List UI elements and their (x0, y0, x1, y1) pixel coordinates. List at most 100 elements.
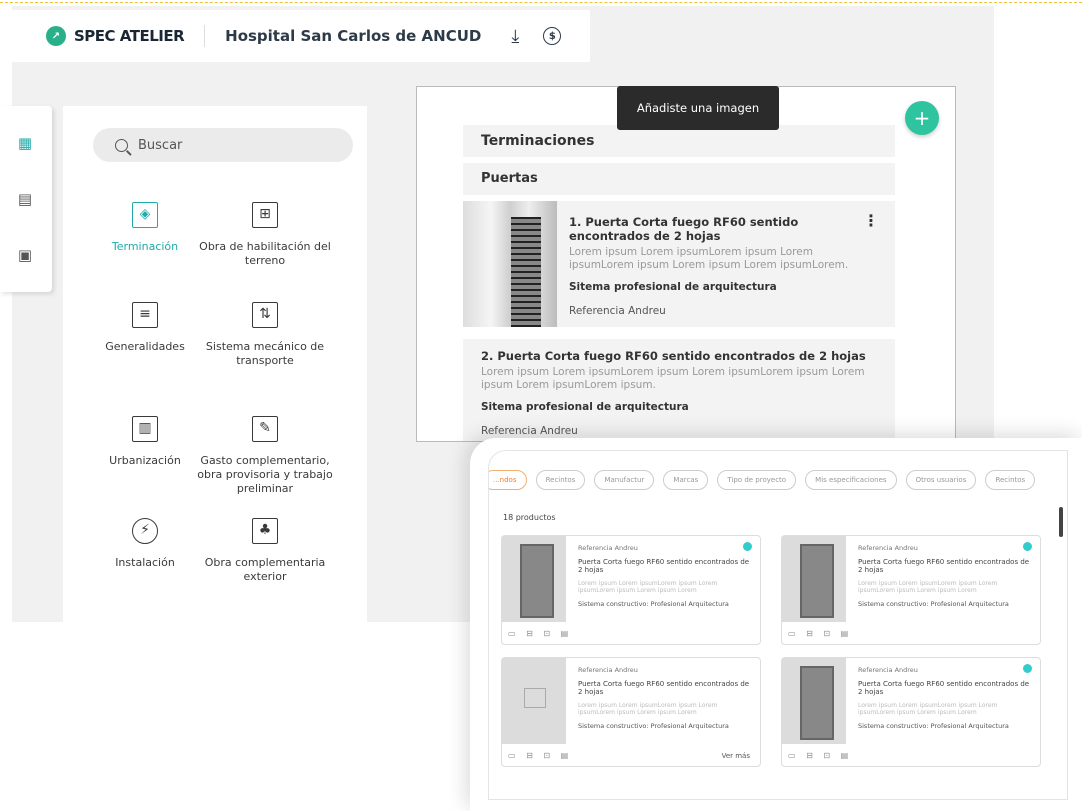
product-card[interactable]: Referencia Andreu Puerta Corta fuego RF6… (781, 535, 1041, 645)
product-browser-inner: ...ndos Recintos Manufactur Marcas Tipo … (488, 450, 1068, 800)
item-title: 1. Puerta Corta fuego RF60 sentido encon… (569, 215, 799, 243)
product-system: Sistema constructivo: Profesional Arquit… (578, 600, 729, 608)
plug-icon: ⚡ (132, 518, 158, 544)
category-panel: Buscar ◈ Terminación ⊞ Obra de habilitac… (63, 106, 367, 622)
filter-chip[interactable]: Recintos (985, 470, 1036, 490)
product-desc: Lorem ipsum Lorem ipsumLorem ipsum Lorem… (858, 702, 998, 716)
search-placeholder: Buscar (138, 137, 183, 153)
product-title: Puerta Corta fuego RF60 sentido encontra… (578, 680, 750, 696)
item-reference: Referencia Andreu (569, 305, 666, 317)
check-icon[interactable] (1023, 664, 1032, 673)
category-generalidades[interactable]: ≡ Generalidades (75, 302, 215, 354)
card-actions[interactable]: ▭ ⊟ ⊡ ▤ (788, 629, 852, 638)
scrollbar[interactable] (1059, 507, 1063, 537)
see-more-link[interactable]: Ver más (722, 752, 750, 760)
product-ref: Referencia Andreu (858, 666, 918, 674)
product-card[interactable]: Referencia Andreu Puerta Corta fuego RF6… (501, 535, 761, 645)
product-image (782, 658, 846, 744)
card-actions[interactable]: ▭ ⊟ ⊡ ▤ (788, 751, 852, 760)
product-desc: Lorem ipsum Lorem ipsumLorem ipsum Lorem… (858, 580, 998, 594)
category-label: Sistema mecánico de transporte (205, 340, 325, 367)
check-icon[interactable] (743, 542, 752, 551)
filter-chip[interactable]: Tipo de proyecto (717, 470, 797, 490)
category-label: Terminación (111, 240, 179, 253)
more-options-icon[interactable]: ⋮ (863, 211, 879, 230)
item-description: Lorem ipsum Lorem ipsumLorem ipsum Lorem… (569, 246, 849, 271)
category-label: Obra complementaria exterior (204, 556, 326, 583)
filter-chip[interactable]: Recintos (535, 470, 586, 490)
catalog-icon[interactable]: ▣ (14, 246, 36, 268)
category-label: Instalación (115, 556, 175, 569)
filter-chips: ...ndos Recintos Manufactur Marcas Tipo … (489, 467, 1067, 490)
side-nav: ▦ ▤ ▣ (0, 106, 52, 292)
product-image (502, 536, 566, 622)
product-system: Sistema constructivo: Profesional Arquit… (578, 722, 729, 730)
product-desc: Lorem ipsum Lorem ipsumLorem ipsum Lorem… (578, 702, 718, 716)
product-title: Puerta Corta fuego RF60 sentido encontra… (858, 558, 1030, 574)
card-actions[interactable]: ▭ ⊟ ⊡ ▤ (508, 751, 572, 760)
category-transporte[interactable]: ⇅ Sistema mecánico de transporte (195, 302, 335, 368)
document-icon[interactable]: ▤ (14, 190, 36, 212)
category-instalacion[interactable]: ⚡ Instalación (75, 518, 215, 570)
spec-item[interactable]: 1. Puerta Corta fuego RF60 sentido encon… (463, 201, 895, 327)
item-description: Lorem ipsum Lorem ipsumLorem ipsum Lorem… (481, 366, 865, 391)
currency-icon[interactable]: $ (543, 27, 562, 45)
toast-notification: Añadiste una imagen (617, 86, 779, 130)
product-title: Puerta Corta fuego RF60 sentido encontra… (858, 680, 1030, 696)
subsection-header: Puertas (463, 163, 895, 195)
product-ref: Referencia Andreu (578, 544, 638, 552)
product-ref: Referencia Andreu (578, 666, 638, 674)
item-title: 2. Puerta Corta fuego RF60 sentido encon… (481, 349, 866, 363)
product-card[interactable]: Referencia Andreu Puerta Corta fuego RF6… (501, 657, 761, 767)
add-button[interactable]: + (905, 101, 939, 135)
item-system: Sitema profesional de arquitectura (569, 281, 777, 293)
top-bar: ↗ SPEC ATELIER Hospital San Carlos de AN… (0, 10, 590, 62)
product-image (782, 536, 846, 622)
city-icon: ▥ (132, 416, 158, 442)
tree-icon: ♣ (252, 518, 278, 544)
product-system: Sistema constructivo: Profesional Arquit… (858, 600, 1009, 608)
filter-chip[interactable]: Otros usuarios (905, 470, 977, 490)
elevator-icon: ⇅ (252, 302, 278, 328)
product-card[interactable]: Referencia Andreu Puerta Corta fuego RF6… (781, 657, 1041, 767)
contract-icon: ✎ (252, 416, 278, 442)
category-urbanizacion[interactable]: ▥ Urbanización (75, 416, 215, 468)
product-system: Sistema constructivo: Profesional Arquit… (858, 722, 1009, 730)
finish-icon: ◈ (132, 202, 158, 228)
card-actions[interactable]: ▭ ⊟ ⊡ ▤ (508, 629, 572, 638)
product-ref: Referencia Andreu (858, 544, 918, 552)
category-label: Gasto complementario, obra provisoria y … (197, 454, 333, 495)
search-icon (115, 138, 128, 152)
logo-icon: ↗ (46, 26, 66, 46)
project-title: Hospital San Carlos de ANCUD (225, 27, 482, 45)
product-desc: Lorem ipsum Lorem ipsumLorem ipsum Lorem… (578, 580, 718, 594)
product-count: 18 productos (503, 513, 556, 522)
item-system: Sitema profesional de arquitectura (481, 401, 689, 413)
item-reference: Referencia Andreu (481, 425, 578, 437)
placeholder-image-icon (502, 658, 566, 744)
category-label: Obra de habilitación del terreno (199, 240, 331, 267)
search-input[interactable]: Buscar (93, 128, 353, 162)
filter-chip[interactable]: Manufactur (594, 470, 655, 490)
brand-name: SPEC ATELIER (74, 27, 185, 45)
category-gasto[interactable]: ✎ Gasto complementario, obra provisoria … (195, 416, 335, 496)
divider (204, 25, 206, 47)
brand-logo[interactable]: ↗ SPEC ATELIER (46, 26, 185, 46)
dashed-guide (0, 2, 1082, 3)
spec-item[interactable]: 2. Puerta Corta fuego RF60 sentido encon… (463, 339, 895, 441)
product-browser: ...ndos Recintos Manufactur Marcas Tipo … (470, 438, 1082, 811)
blueprint-icon[interactable]: ▦ (14, 134, 36, 156)
download-icon[interactable]: ⤓ (511, 26, 519, 47)
document-icon: ≡ (132, 302, 158, 328)
category-label: Generalidades (105, 340, 185, 353)
filter-chip[interactable]: Mis especificaciones (805, 470, 897, 490)
product-title: Puerta Corta fuego RF60 sentido encontra… (578, 558, 750, 574)
category-terminacion[interactable]: ◈ Terminación (75, 202, 215, 254)
terrain-icon: ⊞ (252, 202, 278, 228)
filter-chip[interactable]: Marcas (663, 470, 709, 490)
category-obra-exterior[interactable]: ♣ Obra complementaria exterior (195, 518, 335, 584)
door-image (463, 201, 557, 327)
category-habilitacion[interactable]: ⊞ Obra de habilitación del terreno (195, 202, 335, 268)
check-icon[interactable] (1023, 542, 1032, 551)
filter-chip[interactable]: ...ndos (489, 470, 527, 490)
